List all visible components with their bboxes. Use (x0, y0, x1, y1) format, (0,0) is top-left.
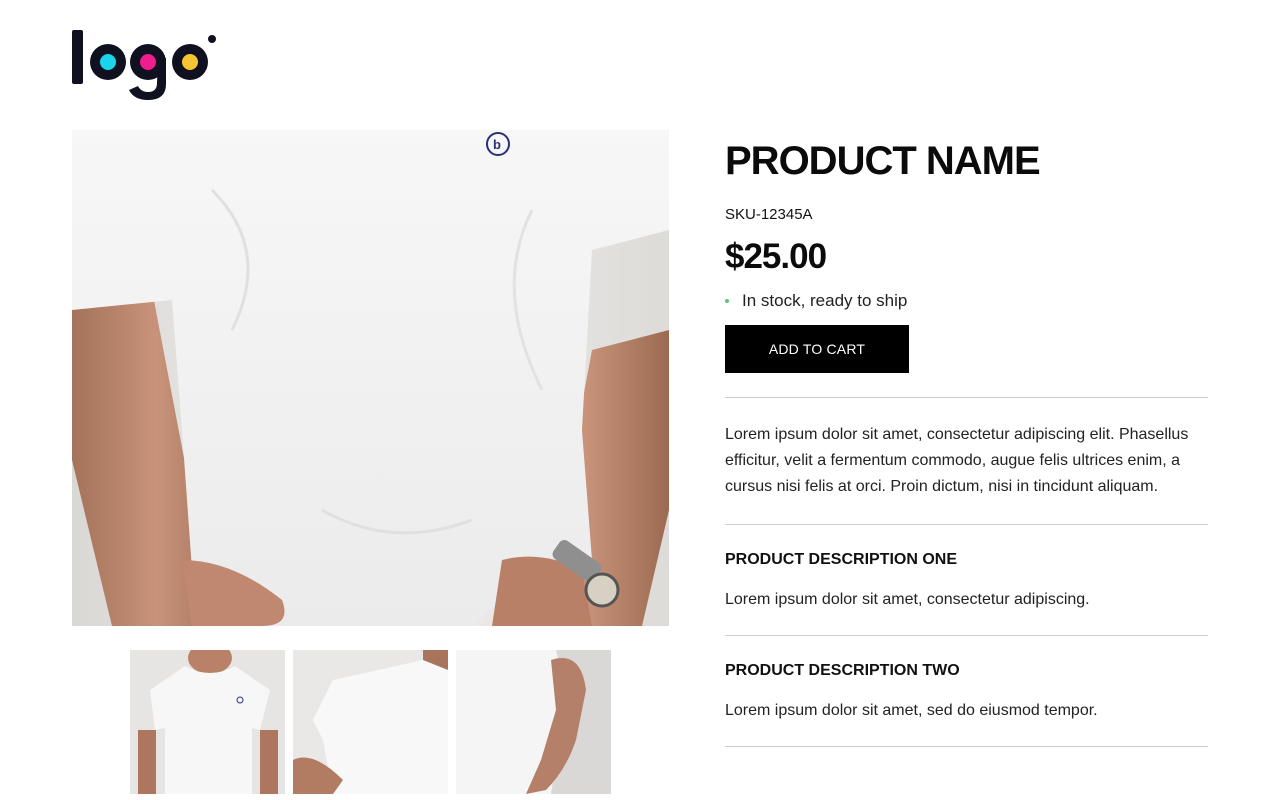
brand-logo[interactable]: logo (72, 28, 222, 102)
description-two-heading: PRODUCT DESCRIPTION TWO (725, 662, 960, 679)
stock-indicator-dot-icon (725, 299, 729, 303)
add-to-cart-button[interactable]: ADD TO CART (725, 325, 909, 373)
product-price: $25.00 (725, 237, 827, 276)
tshirt-side-thumbnail (456, 650, 611, 794)
stock-status: In stock, ready to ship (725, 290, 1208, 312)
product-title: PRODUCT NAME (725, 139, 1041, 183)
divider (725, 746, 1208, 747)
divider (725, 635, 1208, 636)
thumbnail-strip (130, 650, 611, 794)
description-one-heading: PRODUCT DESCRIPTION ONE (725, 551, 958, 568)
main-product-image[interactable]: b (72, 130, 669, 626)
product-page: logo (0, 0, 1280, 800)
product-sku: SKU-12345A (725, 206, 813, 223)
divider (725, 397, 1208, 398)
thumbnail-back[interactable] (293, 650, 448, 794)
thumbnail-side[interactable] (456, 650, 611, 794)
thumbnail-front[interactable] (130, 650, 285, 794)
description-one-text: Lorem ipsum dolor sit amet, consectetur … (725, 591, 1090, 608)
logo-graphic: logo (72, 30, 216, 100)
product-info: PRODUCT NAME SKU-12345A $25.00 In stock,… (725, 130, 1208, 747)
tshirt-front-thumbnail (130, 650, 285, 794)
divider (725, 524, 1208, 525)
tshirt-back-thumbnail (293, 650, 448, 794)
svg-text:b: b (493, 137, 501, 152)
tshirt-photo: b (72, 130, 669, 626)
stock-status-text: In stock, ready to ship (742, 291, 908, 310)
product-summary: Lorem ipsum dolor sit amet, consectetur … (725, 426, 1189, 495)
description-two-text: Lorem ipsum dolor sit amet, sed do eiusm… (725, 702, 1098, 719)
